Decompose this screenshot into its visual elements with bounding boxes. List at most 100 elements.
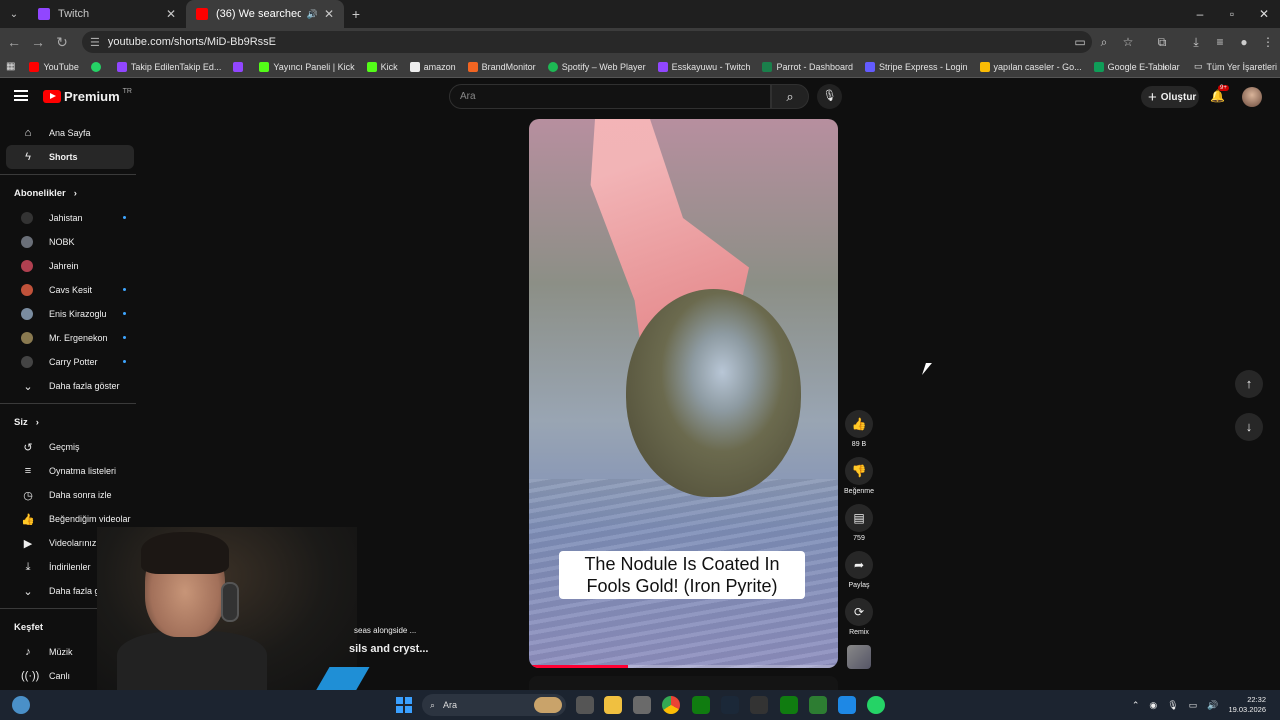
tab-youtube[interactable]: (36) We searched a rocky b 🔊 ✕ — [186, 0, 344, 28]
avatar[interactable] — [1242, 87, 1262, 107]
sound-thumbnail[interactable] — [847, 645, 871, 669]
sidebar-item-sub[interactable]: Jahrein — [6, 254, 134, 278]
bookmark-kick-panel[interactable]: Yayıncı Paneli | Kick — [259, 61, 355, 72]
chrome-icon[interactable] — [662, 696, 680, 714]
xbox-app-icon[interactable] — [780, 696, 798, 714]
tab-twitch[interactable]: Twitch ✕ — [28, 0, 186, 28]
url-field[interactable]: ☰ youtube.com/shorts/MiD-Bb9RssE — [82, 31, 1092, 53]
whatsapp-icon[interactable] — [867, 696, 885, 714]
chevron-up-icon[interactable]: ⌃ — [1132, 700, 1140, 711]
search-input[interactable]: Ara — [449, 84, 771, 109]
you-header[interactable]: Siz › — [0, 409, 136, 435]
bookmark-brandmonitor[interactable]: BrandMonitor — [467, 61, 536, 72]
start-button[interactable] — [396, 697, 412, 713]
show-more-button[interactable]: ⌄ Daha fazla göster — [6, 374, 134, 398]
star-icon[interactable]: ☆ — [1116, 35, 1140, 49]
subscriptions-header[interactable]: Abonelikler › — [0, 180, 136, 206]
site-info-icon[interactable]: ☰ — [90, 36, 100, 49]
back-icon[interactable]: ← — [2, 34, 26, 50]
sidebar-item-sub[interactable]: Carry Potter — [6, 350, 134, 374]
share-button[interactable]: ➦ — [845, 551, 873, 579]
notifications-button[interactable]: 🔔 9+ — [1210, 85, 1229, 103]
restore-icon[interactable]: ▫ — [1216, 0, 1248, 28]
shorts-video-player[interactable]: The Nodule Is Coated In Fools Gold! (Iro… — [529, 119, 838, 668]
sidebar-item-shorts[interactable]: ϟ Shorts — [6, 145, 134, 169]
bookmark-whatsapp[interactable] — [90, 61, 105, 72]
close-icon[interactable]: ✕ — [166, 7, 176, 21]
steam-icon[interactable] — [721, 696, 739, 714]
mic-icon[interactable]: 🎙 — [1167, 700, 1178, 711]
bookmark-youtube[interactable]: YouTube — [29, 61, 79, 72]
remix-icon: ⟳ — [853, 605, 865, 619]
bookmark-esskayuwu[interactable]: Esskayuwu - Twitch — [657, 61, 750, 72]
menu-icon[interactable]: ⋮ — [1256, 35, 1280, 49]
profile-icon[interactable]: ● — [1232, 35, 1256, 49]
all-bookmarks[interactable]: ▭ Tüm Yer İşaretleri — [1194, 61, 1277, 72]
sidebar-item-playlists[interactable]: ≡ Oynatma listeleri — [6, 459, 134, 483]
share-label: Paylaş — [848, 582, 870, 589]
tab-title: (36) We searched a rocky b — [216, 8, 301, 20]
youtube-logo[interactable]: Premium TR — [43, 88, 132, 104]
sidebar-item-sub[interactable]: Cavs Kesit — [6, 278, 134, 302]
search-button[interactable]: ⌕ — [771, 84, 809, 109]
download-icon[interactable]: ⤓ — [1184, 35, 1208, 50]
apps-icon[interactable]: ▦ — [6, 61, 15, 72]
sidebar-item-sub[interactable]: NOBK — [6, 230, 134, 254]
tab-search-icon[interactable]: ⌄ — [0, 9, 28, 20]
remix-button[interactable]: ⟳ — [845, 598, 873, 626]
previous-video-button[interactable]: ↑ — [1235, 370, 1263, 398]
extensions-icon[interactable]: ⧉ — [1150, 35, 1174, 50]
new-tab-button[interactable]: + — [344, 6, 368, 22]
cast-icon[interactable]: ▭ — [1068, 35, 1092, 49]
close-icon[interactable]: ✕ — [324, 7, 334, 21]
sidebar-item-sub[interactable]: Mr. Ergenekon — [6, 326, 134, 350]
media-icon[interactable]: ≡ — [1208, 35, 1232, 49]
zoom-icon[interactable]: ⌕ — [1092, 35, 1116, 50]
progress-fill — [529, 665, 628, 668]
file-explorer-icon[interactable] — [604, 696, 622, 714]
video-icon: ▶ — [23, 537, 33, 550]
video-progress-bar[interactable] — [529, 665, 838, 668]
menu-icon[interactable] — [14, 90, 28, 101]
display-icon[interactable]: ▭ — [1189, 700, 1198, 711]
bookmark-amazon[interactable]: amazon — [409, 61, 456, 72]
taskbar-search[interactable]: ⌕ Ara — [422, 694, 566, 716]
next-video-button[interactable]: ↓ — [1235, 413, 1263, 441]
network-icon[interactable]: ◉ — [1149, 700, 1157, 711]
store-icon[interactable] — [633, 696, 651, 714]
sidebar-item-history[interactable]: ↺ Geçmiş — [6, 435, 134, 459]
next-video-preview[interactable] — [529, 676, 838, 690]
close-window-icon[interactable]: ✕ — [1248, 0, 1280, 28]
more-bookmarks-icon[interactable]: » — [1162, 62, 1167, 72]
bookmark-parrot[interactable]: Parrot - Dashboard — [762, 61, 853, 72]
sidebar-item-sub[interactable]: Jahistan — [6, 206, 134, 230]
clock[interactable]: 22:32 19.03.2026 — [1228, 695, 1266, 715]
xbox-icon[interactable] — [692, 696, 710, 714]
history-icon: ↺ — [23, 441, 33, 454]
reload-icon[interactable]: ↻ — [50, 34, 74, 51]
like-button[interactable]: 👍 — [845, 410, 873, 438]
sidebar-item-sub[interactable]: Enis Kirazoglu — [6, 302, 134, 326]
bookmark-kick[interactable]: Kick — [366, 61, 398, 72]
forward-icon[interactable]: → — [26, 34, 50, 50]
bookmark-caseler[interactable]: yapılan caseler - Go... — [979, 61, 1082, 72]
minimize-icon[interactable]: – — [1184, 0, 1216, 28]
app-icon[interactable] — [809, 696, 827, 714]
weather-icon[interactable] — [12, 696, 30, 714]
create-button[interactable]: + Oluştur — [1141, 86, 1199, 108]
url-text: youtube.com/shorts/MiD-Bb9RssE — [107, 36, 276, 48]
bookmark-spotify[interactable]: Spotify – Web Player — [547, 61, 646, 72]
bookmark-stripe[interactable]: Stripe Express - Login — [864, 61, 968, 72]
mic-button[interactable]: 🎙 — [817, 84, 842, 109]
speaker-icon[interactable]: 🔊 — [307, 9, 318, 20]
bookmark-twitch[interactable] — [233, 61, 247, 72]
dislike-button[interactable]: 👎 — [845, 457, 873, 485]
app-icon[interactable] — [838, 696, 856, 714]
comments-button[interactable]: ▤ — [845, 504, 873, 532]
task-view-icon[interactable] — [576, 696, 594, 714]
discord-icon[interactable] — [750, 696, 768, 714]
volume-icon[interactable]: 🔊 — [1207, 700, 1218, 711]
bookmark-takip[interactable]: Takip EdilenTakip Ed... — [116, 61, 221, 72]
sidebar-item-watch-later[interactable]: ◷ Daha sonra izle — [6, 483, 134, 507]
sidebar-item-home[interactable]: ⌂ Ana Sayfa — [6, 121, 134, 145]
